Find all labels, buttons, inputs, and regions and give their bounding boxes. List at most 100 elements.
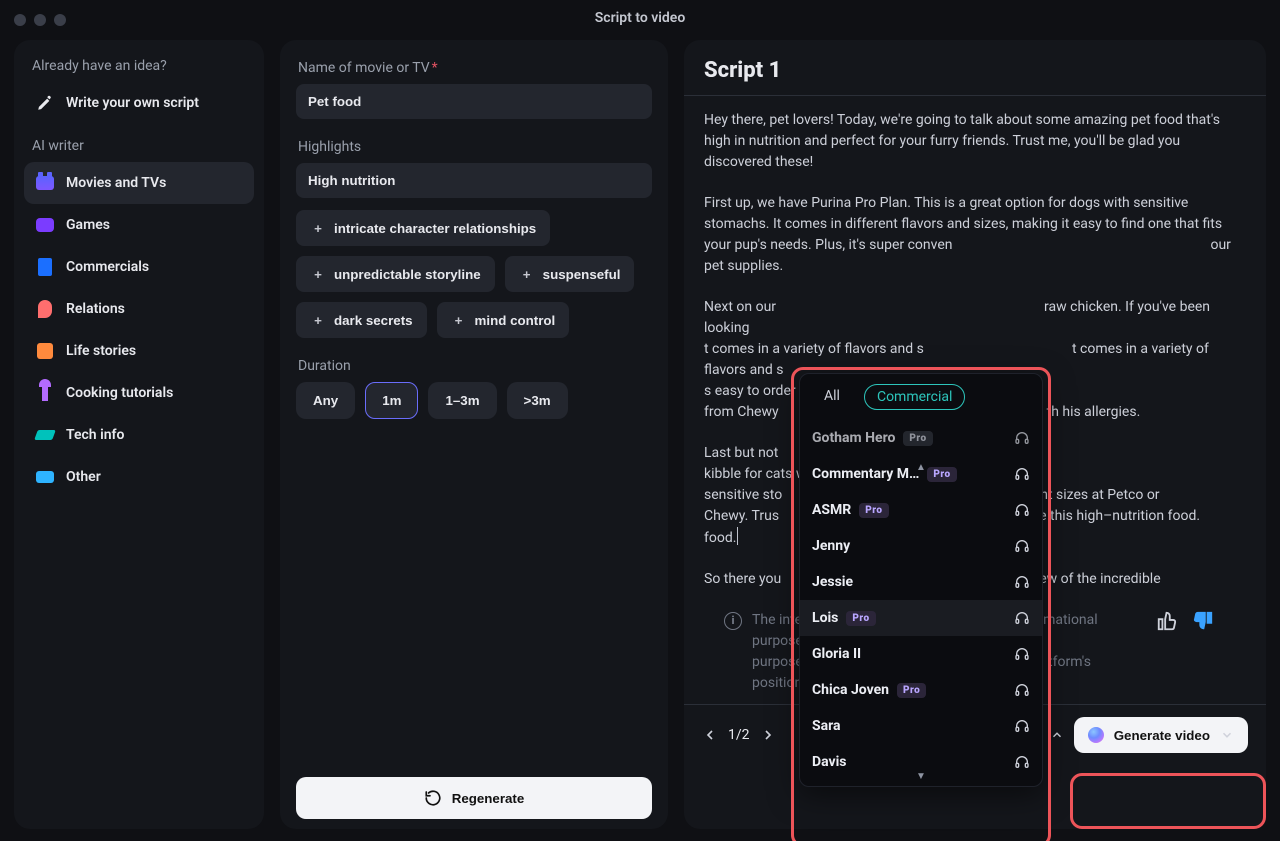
prev-script-button[interactable] — [702, 727, 718, 743]
tag-label: suspenseful — [543, 267, 621, 282]
traffic-lights — [14, 14, 66, 26]
titlebar: Script to video — [0, 0, 1280, 40]
pro-badge: Pro — [859, 503, 888, 518]
headphones-icon[interactable] — [1014, 430, 1030, 446]
cooking-icon — [34, 382, 56, 404]
voice-row-sara[interactable]: Sara — [800, 708, 1042, 744]
regenerate-button[interactable]: Regenerate — [296, 777, 652, 819]
voice-filter-tabs: All Commercial — [800, 374, 1042, 420]
info-icon: i — [724, 612, 742, 630]
duration-1m[interactable]: 1m — [365, 382, 418, 419]
life-icon — [34, 340, 56, 362]
ai-orb-icon — [1088, 727, 1104, 743]
headphones-icon[interactable] — [1014, 754, 1030, 770]
voice-filter-commercial[interactable]: Commercial — [864, 384, 965, 410]
sidebar-item-other[interactable]: Other — [24, 456, 254, 498]
plus-icon: + — [451, 312, 467, 328]
plus-icon: + — [310, 220, 326, 236]
chevron-down-icon — [1220, 728, 1234, 742]
pro-badge: Pro — [927, 467, 956, 482]
voice-popover: All Commercial ▲ Gotham Hero Pro Comment… — [799, 373, 1043, 787]
voice-row-lois[interactable]: Lois Pro — [800, 600, 1042, 636]
plus-icon: + — [310, 312, 326, 328]
voice-row-gotham[interactable]: Gotham Hero Pro — [800, 420, 1042, 456]
voice-row-chica[interactable]: Chica Joven Pro — [800, 672, 1042, 708]
sidebar-item-label: Life stories — [66, 343, 136, 359]
pro-badge: Pro — [897, 683, 926, 698]
plus-icon: + — [519, 266, 535, 282]
tag-mind-control[interactable]: +mind control — [437, 302, 570, 338]
write-own-script-label: Write your own script — [66, 95, 199, 111]
commercials-icon — [34, 256, 56, 278]
idea-section-label: Already have an idea? — [24, 50, 254, 82]
ai-writer-label: AI writer — [24, 130, 254, 162]
traffic-close[interactable] — [14, 14, 26, 26]
traffic-min[interactable] — [34, 14, 46, 26]
generate-video-button[interactable]: Generate video — [1074, 717, 1248, 753]
thumbs-down-button[interactable] — [1192, 610, 1214, 639]
tag-intricate[interactable]: + intricate character relationships — [296, 210, 550, 246]
voice-row-asmr[interactable]: ASMR Pro — [800, 492, 1042, 528]
headphones-icon[interactable] — [1014, 610, 1030, 626]
name-input[interactable] — [296, 84, 652, 119]
next-script-button[interactable] — [760, 727, 776, 743]
tag-label: intricate character relationships — [334, 221, 536, 236]
pager: 1/2 — [702, 727, 776, 743]
headphones-icon[interactable] — [1014, 466, 1030, 482]
voice-row-jessie[interactable]: Jessie — [800, 564, 1042, 600]
duration-1-3m[interactable]: 1–3m — [428, 382, 496, 419]
sidebar-item-relations[interactable]: Relations — [24, 288, 254, 330]
tag-label: unpredictable storyline — [334, 267, 481, 282]
tag-label: dark secrets — [334, 313, 413, 328]
write-own-script[interactable]: Write your own script — [24, 82, 254, 124]
voice-name: ASMR — [812, 502, 851, 518]
pager-label: 1/2 — [728, 727, 750, 743]
duration-3m[interactable]: >3m — [507, 382, 568, 419]
sidebar-item-label: Commercials — [66, 259, 149, 275]
pro-badge: Pro — [903, 431, 932, 446]
tag-dark-secrets[interactable]: + dark secrets — [296, 302, 427, 338]
headphones-icon[interactable] — [1014, 538, 1030, 554]
sidebar-item-movies[interactable]: Movies and TVs — [24, 162, 254, 204]
headphones-icon[interactable] — [1014, 574, 1030, 590]
headphones-icon[interactable] — [1014, 682, 1030, 698]
headphones-icon[interactable] — [1014, 718, 1030, 734]
voice-row-jenny[interactable]: Jenny — [800, 528, 1042, 564]
pro-badge: Pro — [846, 611, 875, 626]
sidebar-item-label: Movies and TVs — [66, 175, 166, 191]
headphones-icon[interactable] — [1014, 646, 1030, 662]
duration-any[interactable]: Any — [296, 382, 355, 419]
voice-filter-all[interactable]: All — [812, 384, 852, 410]
sidebar-item-label: Other — [66, 469, 101, 485]
name-label: Name of movie or TV* — [298, 60, 652, 76]
voice-name: Commentary M… — [812, 466, 919, 482]
voice-name: Chica Joven — [812, 682, 889, 698]
sidebar-item-commercials[interactable]: Commercials — [24, 246, 254, 288]
sidebar-item-label: Games — [66, 217, 110, 233]
highlights-label: Highlights — [298, 139, 652, 155]
voice-row-gloria[interactable]: Gloria II — [800, 636, 1042, 672]
sidebar-item-life[interactable]: Life stories — [24, 330, 254, 372]
refresh-icon — [424, 789, 442, 807]
relations-icon — [34, 298, 56, 320]
sidebar-item-games[interactable]: Games — [24, 204, 254, 246]
voice-row-commentary[interactable]: Commentary M… Pro — [800, 456, 1042, 492]
voice-list[interactable]: ▲ Gotham Hero Pro Commentary M… Pro ASMR… — [800, 420, 1042, 786]
headphones-icon[interactable] — [1014, 502, 1030, 518]
tag-suspenseful[interactable]: + suspenseful — [505, 256, 635, 292]
thumbs-up-button[interactable] — [1156, 610, 1178, 639]
highlights-input[interactable] — [296, 163, 652, 198]
chevron-up-icon — [1050, 728, 1064, 742]
form-panel: Name of movie or TV* Highlights + intrica… — [280, 40, 668, 829]
sidebar-item-tech[interactable]: Tech info — [24, 414, 254, 456]
games-icon — [34, 214, 56, 236]
tag-unpredictable[interactable]: + unpredictable storyline — [296, 256, 495, 292]
traffic-max[interactable] — [54, 14, 66, 26]
sidebar-item-cooking[interactable]: Cooking tutorials — [24, 372, 254, 414]
scroll-down-arrow-icon[interactable]: ▼ — [916, 771, 926, 782]
movies-icon — [34, 172, 56, 194]
text-cursor — [737, 527, 738, 545]
plus-icon: + — [310, 266, 326, 282]
voice-name: Gotham Hero — [812, 430, 895, 446]
window-title: Script to video — [595, 10, 686, 26]
